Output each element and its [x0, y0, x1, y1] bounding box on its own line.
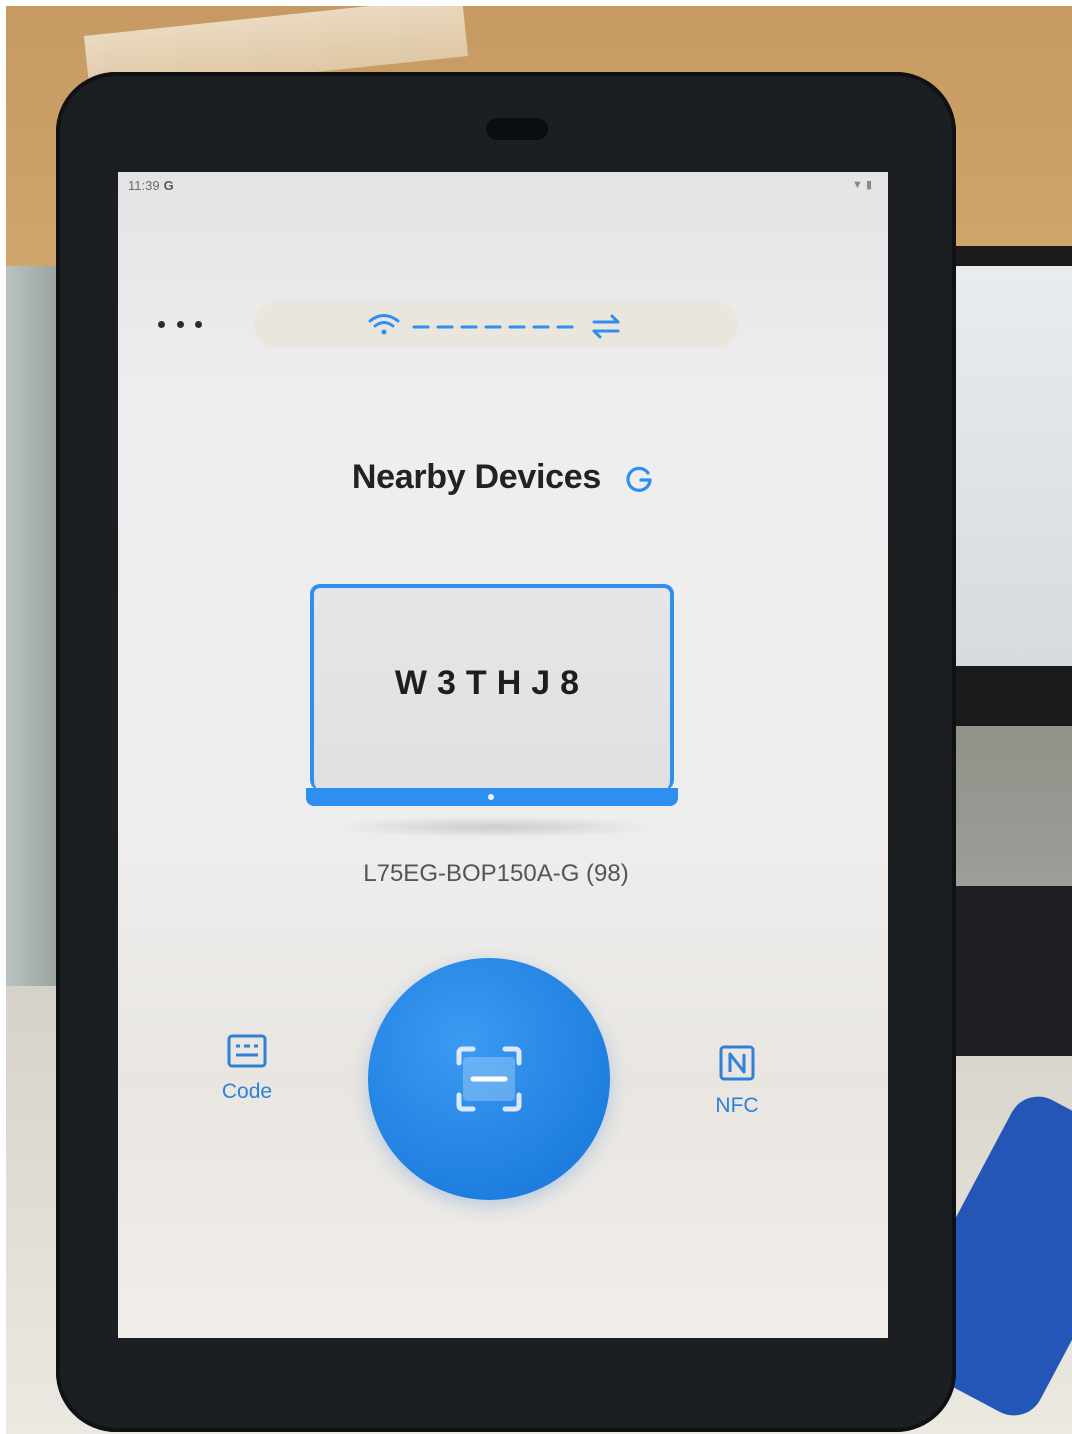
connection-status-graphic — [368, 314, 620, 339]
clock: 11:39 — [128, 178, 160, 193]
status-time: 11:39 G — [128, 178, 174, 193]
device-code: W3THJ8 — [394, 664, 590, 702]
battery-icon: ▮ — [865, 179, 872, 191]
status-icons: ▼ ▮ — [852, 178, 872, 191]
google-indicator: G — [163, 178, 174, 193]
front-camera — [486, 118, 548, 140]
refresh-icon[interactable] — [624, 464, 654, 494]
wifi-icon: ▼ — [851, 179, 863, 191]
code-label: Code — [221, 1080, 273, 1103]
app-screen: 11:39 G ▼ ▮ Nearby Devices W3THJ8 L75EG-… — [118, 172, 888, 1338]
keyboard-code-icon — [227, 1034, 267, 1068]
scan-icon — [456, 1046, 522, 1112]
device-name: L75EG-BOP150A-G (98) — [363, 860, 629, 887]
connection-status-bar — [254, 302, 738, 348]
wifi-icon — [368, 314, 400, 335]
page-title-row: Nearby Devices — [118, 458, 888, 497]
scan-button[interactable] — [368, 958, 610, 1200]
nfc-button[interactable]: NFC — [692, 1044, 782, 1140]
device-shadow — [330, 816, 660, 838]
more-dots-icon — [158, 320, 165, 328]
more-options-button[interactable] — [158, 312, 202, 336]
nfc-icon — [719, 1045, 755, 1081]
laptop-base — [306, 788, 678, 806]
device-card[interactable]: W3THJ8 — [310, 584, 674, 790]
transfer-arrows-icon — [592, 314, 620, 339]
page-title: Nearby Devices — [351, 458, 601, 496]
background-monitor — [936, 246, 1072, 726]
code-button[interactable]: Code — [202, 1034, 292, 1130]
nfc-label: NFC — [715, 1094, 759, 1117]
